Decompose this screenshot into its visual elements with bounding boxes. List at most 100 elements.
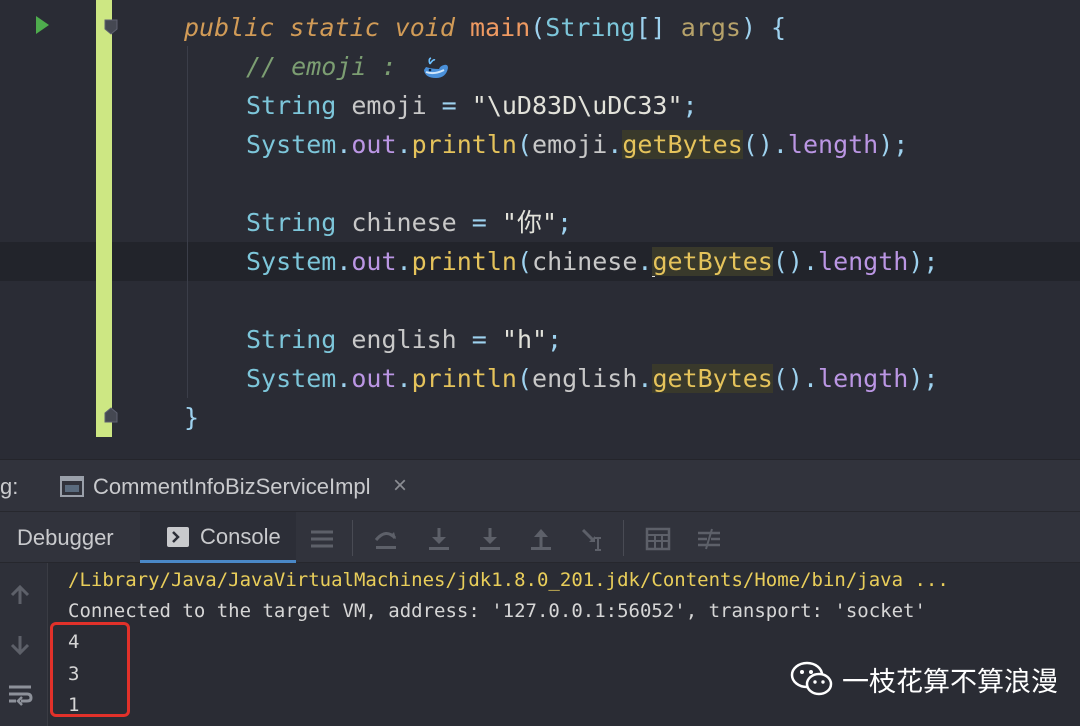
whale-emoji-icon [423,57,448,78]
show-execution-point-icon[interactable] [373,526,399,552]
evaluate-expression-icon[interactable] [645,526,671,552]
code-token: } [184,403,200,432]
debug-toolbar: Debugger Console [0,511,1080,563]
code-token: ) { [740,13,787,42]
code-line[interactable]: } [184,398,199,437]
code-token: (). [742,130,788,159]
code-line[interactable]: public static void main(String[] args) { [184,8,786,47]
code-token: public static void [184,13,470,42]
code-token: ; [682,91,698,120]
debug-label: g: [0,474,19,499]
code-token: "你" [501,208,557,237]
console-output[interactable]: /Library/Java/JavaVirtualMachines/jdk1.8… [48,563,1080,726]
code-token: String [246,208,352,237]
code-token: System [246,247,337,276]
code-token: args [680,13,741,42]
code-token: println [411,364,517,393]
debug-config-tab[interactable]: CommentInfoBizServiceImpl [93,474,371,500]
up-arrow-icon[interactable] [9,584,31,606]
code-token: . [336,364,352,393]
code-token: ; [547,325,563,354]
step-out-icon[interactable] [528,526,554,552]
window-icon [60,476,84,497]
code-token: String [545,13,636,42]
tab-console-label: Console [200,524,281,549]
code-token: getBytes [652,247,773,276]
run-to-cursor-icon[interactable] [580,526,606,552]
code-token: . [336,247,352,276]
code-token: String [246,91,352,120]
code-token: length [818,247,909,276]
code-token: ; [557,208,573,237]
code-token: emoji [532,130,608,159]
tab-debugger[interactable]: Debugger [17,525,114,551]
fold-end-icon[interactable] [104,407,118,423]
code-token: chinese [351,208,472,237]
code-token: chinese [532,247,638,276]
code-token: ); [908,247,939,276]
code-token: ); [878,130,909,159]
console-line: /Library/Java/JavaVirtualMachines/jdk1.8… [68,569,949,591]
code-line[interactable]: System.out.println(emoji.getBytes().leng… [246,125,908,164]
code-token: [] [635,13,681,42]
menu-icon[interactable] [309,526,335,552]
code-token: . [396,130,412,159]
code-token: println [411,247,517,276]
code-line[interactable]: String emoji = "\uD83D\uDC33"; [246,86,698,125]
code-token: out [351,130,397,159]
code-token: System [246,364,337,393]
code-token: length [787,130,879,159]
run-tool-window-header: g: CommentInfoBizServiceImpl × [0,459,1080,511]
code-token: String [246,325,352,354]
code-token: ( [516,364,533,393]
step-into-icon[interactable] [477,526,503,552]
code-token: ( [516,130,533,159]
code-token: . [396,364,412,393]
code-line[interactable]: // emoji : [246,47,450,86]
code-token: = [471,208,502,237]
soft-wrap-icon[interactable] [7,683,33,707]
output-highlight-box [50,622,130,717]
console-icon [167,527,189,547]
down-arrow-icon[interactable] [9,634,31,656]
code-line[interactable]: String chinese = "你"; [246,203,572,242]
code-token: out [351,364,397,393]
watermark-text: 一枝花算不算浪漫 [842,666,1058,698]
code-token: ( [530,13,546,42]
code-token: System [246,130,337,159]
fold-marker-icon[interactable] [104,19,118,35]
code-token: getBytes [622,130,743,159]
code-token: "\uD83D\uDC33" [471,91,683,120]
code-token: "h" [501,325,548,354]
step-over-icon[interactable] [426,526,452,552]
code-token: length [818,364,909,393]
close-tab-icon[interactable]: × [393,472,407,500]
trace-icon[interactable] [696,526,722,552]
console-side-toolbar [0,563,48,726]
code-line[interactable]: System.out.println(chinese.getBytes().le… [246,242,938,281]
code-token: (). [772,247,819,276]
code-token: // emoji : [246,52,412,81]
code-token: . [637,247,653,276]
code-token: getBytes [652,364,773,393]
toolbar-separator [352,520,353,556]
code-editor[interactable]: public static void main(String[] args) {… [0,0,1080,459]
vcs-change-marker[interactable] [96,0,112,437]
code-token: out [351,247,397,276]
code-line[interactable]: String english = "h"; [246,320,562,359]
code-line[interactable]: System.out.println(english.getBytes().le… [246,359,938,398]
wechat-icon [790,661,833,696]
tab-console[interactable]: Console [140,512,296,563]
code-token: (). [772,364,819,393]
code-token: println [411,130,517,159]
code-token: . [637,364,653,393]
code-token: . [396,247,412,276]
code-token: . [336,130,352,159]
code-token: . [607,130,623,159]
run-gutter-icon[interactable] [36,16,49,34]
code-token: main [469,13,531,42]
code-token: = [441,91,472,120]
code-token: ); [908,364,939,393]
code-token: english [351,325,472,354]
toolbar-separator [623,520,624,556]
